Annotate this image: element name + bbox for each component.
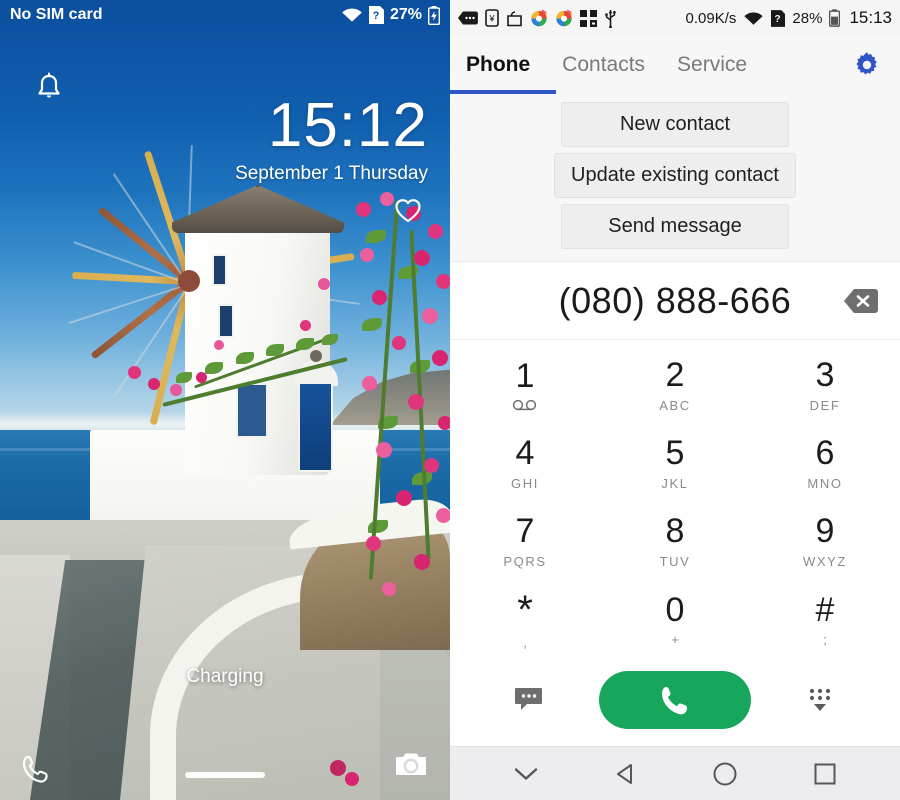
key-digit: 4 — [515, 433, 535, 472]
key-9[interactable]: 9 WXYZ — [750, 502, 900, 580]
charging-status-label: Charging — [186, 666, 264, 687]
qr-grid-icon — [580, 9, 597, 27]
key-letters: WXYZ — [803, 553, 847, 569]
dialed-number-row: (080) 888-666 — [450, 262, 900, 340]
update-existing-contact-button[interactable]: Update existing contact — [554, 153, 796, 198]
key-hash[interactable]: # ; — [750, 580, 900, 658]
battery-percent-label: 28% — [792, 9, 823, 27]
battery-percent-label: 27% — [389, 6, 422, 23]
key-8[interactable]: 8 TUV — [600, 502, 750, 580]
home-circle-icon[interactable] — [712, 761, 738, 787]
camera-icon[interactable] — [394, 750, 428, 778]
chevron-down-icon[interactable] — [513, 765, 539, 783]
phone-icon[interactable] — [22, 754, 52, 786]
key-digit: 2 — [665, 355, 685, 394]
key-2[interactable]: 2 ABC — [600, 346, 750, 424]
svg-text:?: ? — [373, 10, 380, 22]
key-5[interactable]: 5 JKL — [600, 424, 750, 502]
dialed-number-display[interactable]: (080) 888-666 — [559, 280, 792, 322]
dialpad-row: 1 2 ABC 3 DEF — [450, 346, 900, 424]
heart-icon[interactable] — [394, 198, 422, 224]
battery-icon — [829, 9, 841, 27]
status-bar-clock: 15:13 — [849, 8, 892, 27]
browser-icon — [530, 9, 548, 27]
browser-icon-2 — [555, 9, 573, 27]
carrier-label: No SIM card — [10, 6, 103, 23]
key-symbol: + — [671, 631, 679, 647]
dialer-action-row — [450, 658, 900, 742]
key-digit: 9 — [815, 511, 835, 550]
key-letters: ABC — [659, 397, 691, 413]
key-digit: 0 — [665, 590, 685, 629]
home-indicator[interactable] — [185, 772, 265, 778]
windmill-hub — [178, 270, 200, 292]
backspace-icon[interactable] — [844, 288, 878, 314]
dialpad-row: * , 0 + # ; — [450, 580, 900, 658]
key-0[interactable]: 0 + — [600, 580, 750, 658]
wifi-icon — [341, 7, 363, 23]
dialer-tab-bar: Phone Contacts Service — [450, 36, 900, 94]
dual-screenshot: No SIM card ? 27% 15:12 September 1 Thur… — [0, 0, 900, 800]
network-speed-label: 0.09K/s — [685, 9, 737, 27]
call-button[interactable] — [599, 671, 751, 729]
dialpad-collapse-icon[interactable] — [805, 685, 835, 715]
wifi-icon — [743, 11, 764, 26]
lockscreen-status-bar: No SIM card ? 27% — [0, 0, 450, 30]
key-7[interactable]: 7 PQRS — [450, 502, 600, 580]
key-6[interactable]: 6 MNO — [750, 424, 900, 502]
key-digit: 1 — [515, 357, 535, 395]
key-digit: * — [517, 587, 533, 632]
key-digit: 8 — [665, 511, 685, 550]
dialer-status-bar: ¥ 0.09K/s ? 28% 15:13 — [450, 0, 900, 36]
key-digit: 6 — [815, 433, 835, 472]
shopping-bag-icon — [506, 10, 523, 27]
key-digit: # — [815, 590, 835, 629]
lock-screen-overlay: No SIM card ? 27% 15:12 September 1 Thur… — [0, 0, 450, 800]
battery-charging-icon — [428, 5, 440, 25]
key-1[interactable]: 1 — [450, 346, 600, 424]
key-symbol: , — [523, 634, 527, 650]
lockscreen-clock: 15:12 — [267, 91, 428, 160]
lockscreen-date: September 1 Thursday — [235, 163, 428, 184]
tab-contacts[interactable]: Contacts — [562, 36, 663, 94]
dialer-panel: ¥ 0.09K/s ? 28% 15:13 Phone Contacts Ser… — [450, 0, 900, 800]
key-3[interactable]: 3 DEF — [750, 346, 900, 424]
sim-unknown-icon: ? — [771, 9, 786, 27]
key-symbol: ; — [823, 631, 827, 647]
svg-text:?: ? — [775, 14, 781, 25]
key-letters: PQRS — [503, 553, 547, 569]
usb-icon — [604, 9, 617, 28]
key-4[interactable]: 4 GHI — [450, 424, 600, 502]
voicemail-icon — [512, 399, 538, 411]
lock-screen-panel: No SIM card ? 27% 15:12 September 1 Thur… — [0, 0, 450, 800]
phone-call-icon — [659, 684, 691, 716]
android-navigation-bar — [450, 746, 900, 800]
gear-icon[interactable] — [852, 50, 882, 80]
tab-service[interactable]: Service — [677, 36, 765, 94]
tab-phone[interactable]: Phone — [466, 36, 548, 94]
key-letters: MNO — [807, 475, 843, 491]
key-letters: TUV — [659, 553, 691, 569]
key-digit: 5 — [665, 433, 685, 472]
key-digit: 7 — [515, 511, 535, 550]
key-letters: JKL — [661, 475, 689, 491]
key-letters: GHI — [511, 475, 539, 491]
back-triangle-icon[interactable] — [614, 762, 638, 786]
wallet-icon: ¥ — [485, 9, 499, 27]
bell-icon — [34, 72, 64, 104]
contact-suggestions-panel: New contact Update existing contact Send… — [450, 94, 900, 262]
dialpad: 1 2 ABC 3 DEF 4 GHI 5 JKL 6 MNO 7 PQRS 8… — [450, 340, 900, 658]
message-bubble-icon[interactable] — [515, 686, 545, 714]
recents-square-icon[interactable] — [813, 762, 837, 786]
key-letters: DEF — [809, 397, 841, 413]
new-contact-button[interactable]: New contact — [561, 102, 789, 147]
messages-icon — [458, 10, 478, 26]
svg-text:¥: ¥ — [488, 14, 495, 24]
dialpad-row: 7 PQRS 8 TUV 9 WXYZ — [450, 502, 900, 580]
dialpad-row: 4 GHI 5 JKL 6 MNO — [450, 424, 900, 502]
send-message-button[interactable]: Send message — [561, 204, 789, 249]
key-star[interactable]: * , — [450, 580, 600, 658]
key-digit: 3 — [815, 355, 835, 394]
sim-unknown-icon: ? — [368, 6, 384, 24]
